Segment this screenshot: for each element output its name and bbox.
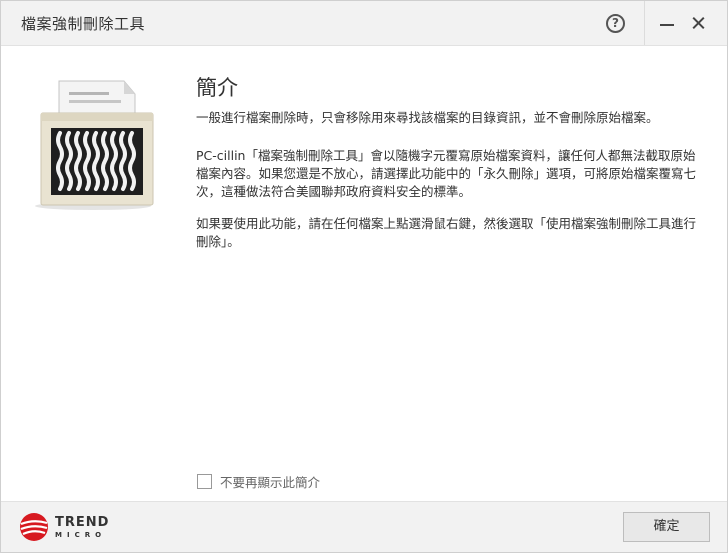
intro-paragraph-1: 一般進行檔案刪除時，只會移除用來尋找該檔案的目錄資訊，並不會刪除原始檔案。	[196, 110, 659, 125]
dont-show-again-label[interactable]: 不要再顯示此簡介	[220, 472, 320, 491]
brand-subname: MICRO	[55, 531, 107, 539]
dialog-window: 檔案強制刪除工具 ? 簡介 一般進行檔案刪除時，只會移除用來尋找該檔案的目錄資訊…	[0, 0, 728, 553]
trend-micro-logo-icon	[19, 512, 49, 542]
dont-show-again-option[interactable]: 不要再顯示此簡介	[197, 472, 320, 490]
shredder-icon	[31, 73, 161, 213]
close-icon[interactable]	[689, 13, 709, 33]
help-icon[interactable]: ?	[606, 14, 625, 33]
brand-name: TREND	[55, 515, 110, 530]
title-bar-divider	[644, 1, 645, 45]
intro-paragraph-3: 如果要使用此功能，請在任何檔案上點選滑鼠右鍵，然後選取「使用檔案強制刪除工具進行…	[196, 216, 697, 249]
ok-button[interactable]: 確定	[623, 512, 710, 542]
dont-show-again-checkbox[interactable]	[197, 473, 212, 489]
minimize-icon[interactable]	[657, 13, 677, 33]
window-title: 檔案強制刪除工具	[21, 15, 146, 33]
background-window-strip	[1, 545, 727, 552]
intro-paragraph-2: PC-cillin「檔案強制刪除工具」會以隨機字元覆寫原始檔案資料，讓任何人都無…	[196, 148, 697, 199]
page-title: 簡介	[196, 76, 238, 100]
title-bar[interactable]: 檔案強制刪除工具 ?	[1, 1, 727, 46]
